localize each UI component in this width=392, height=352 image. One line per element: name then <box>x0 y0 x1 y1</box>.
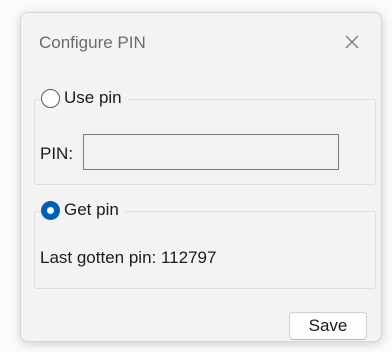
save-button[interactable]: Save <box>289 312 367 340</box>
use-pin-group: Use pin PIN: <box>34 88 376 185</box>
get-pin-group: Get pin Last gotten pin: 112797 <box>34 200 376 289</box>
get-pin-label: Get pin <box>64 200 119 219</box>
pin-label: PIN: <box>40 144 74 163</box>
radio-checked-icon <box>41 200 60 220</box>
use-pin-label: Use pin <box>64 88 122 107</box>
pin-input[interactable] <box>83 134 339 170</box>
close-icon <box>345 35 359 49</box>
radio-unchecked-icon <box>41 88 60 108</box>
close-button[interactable] <box>337 27 367 57</box>
use-pin-radio[interactable]: Use pin <box>41 88 128 108</box>
configure-pin-dialog: Configure PIN Use pin PIN: Get pin Last … <box>20 12 382 342</box>
last-gotten-pin-text: Last gotten pin: 112797 <box>40 248 217 267</box>
get-pin-radio[interactable]: Get pin <box>41 200 125 220</box>
dialog-title: Configure PIN <box>39 33 146 52</box>
